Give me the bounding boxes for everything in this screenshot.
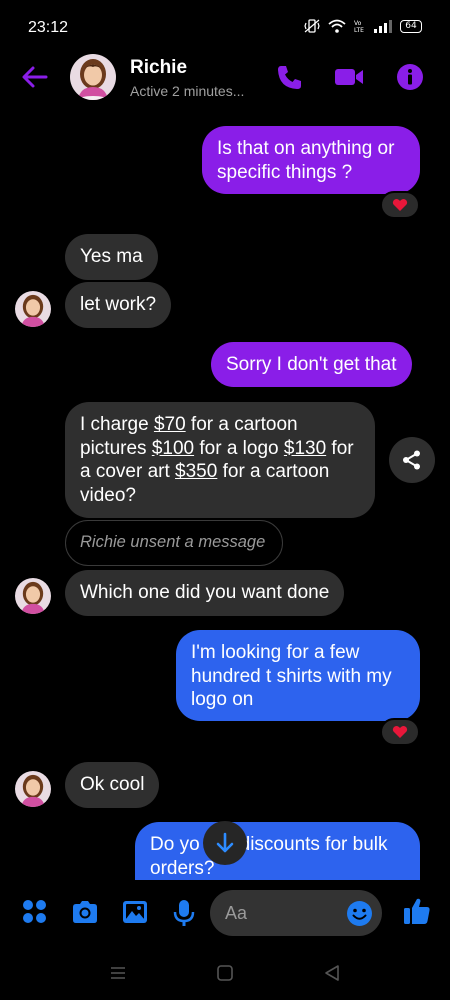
svg-text:LTE: LTE xyxy=(354,27,364,33)
heart-reaction[interactable] xyxy=(380,191,420,219)
sender-avatar[interactable] xyxy=(15,291,51,327)
phone-icon xyxy=(278,66,301,89)
like-button[interactable] xyxy=(402,896,430,924)
message-text: Which one did you want done xyxy=(80,582,330,603)
menu-lines-icon xyxy=(111,967,125,979)
contact-active-status: Active 2 minutes... xyxy=(130,83,245,99)
volte-icon: Vo LTE xyxy=(354,19,366,33)
message-text: let work? xyxy=(80,294,157,315)
svg-text:Vo: Vo xyxy=(354,20,362,27)
outgoing-message[interactable]: Is that on anything or specific things ? xyxy=(202,126,420,194)
camera-icon xyxy=(73,901,97,923)
scroll-to-bottom-button[interactable] xyxy=(203,821,247,865)
incoming-message[interactable]: I charge $70 for a cartoon pictures $100… xyxy=(65,402,375,518)
message-text: Do yo xyxy=(150,834,200,855)
four-dots-icon xyxy=(23,900,46,923)
voice-message-button[interactable] xyxy=(171,899,199,927)
message-text: Is that on anything or specific things ? xyxy=(217,138,395,183)
message-text: Sorry I don't get that xyxy=(226,354,397,375)
incoming-message[interactable]: let work? xyxy=(65,282,172,328)
thumbs-up-icon xyxy=(404,898,430,924)
vibrate-icon xyxy=(304,19,320,33)
triangle-back-icon xyxy=(325,965,339,981)
emoji-button[interactable] xyxy=(346,900,373,927)
arrow-down-icon xyxy=(216,832,234,853)
outgoing-message[interactable]: I'm looking for a few hundred t shirts w… xyxy=(176,630,420,721)
status-icons: Vo LTE 64 xyxy=(304,19,422,33)
unsent-message-notice: Richie unsent a message xyxy=(65,520,283,566)
battery-icon: 64 xyxy=(400,19,422,33)
incoming-message[interactable]: Yes ma xyxy=(65,234,158,280)
audio-call-button[interactable] xyxy=(275,62,305,92)
price-link[interactable]: $70 xyxy=(154,414,186,435)
system-back-button[interactable] xyxy=(322,964,342,982)
sender-avatar[interactable] xyxy=(15,771,51,807)
message-input-placeholder: Aa xyxy=(225,903,248,923)
message-text: Richie unsent a message xyxy=(80,533,266,551)
message-input[interactable]: Aa xyxy=(210,890,382,936)
message-text: Yes ma xyxy=(80,246,143,267)
price-link[interactable]: $350 xyxy=(175,461,217,482)
camera-button[interactable] xyxy=(71,899,99,927)
recents-button[interactable] xyxy=(108,964,128,982)
heart-icon xyxy=(392,725,408,738)
chat-header: Richie Active 2 minutes... xyxy=(0,52,450,108)
more-actions-button[interactable] xyxy=(22,899,50,927)
gallery-button[interactable] xyxy=(121,899,149,927)
outgoing-message[interactable]: Sorry I don't get that xyxy=(211,342,412,387)
image-icon xyxy=(123,901,147,923)
microphone-icon xyxy=(173,900,195,926)
price-link[interactable]: $130 xyxy=(284,438,326,459)
video-camera-icon xyxy=(335,69,363,85)
wifi-icon xyxy=(328,19,346,33)
incoming-message[interactable]: Ok cool xyxy=(65,762,160,808)
incoming-message[interactable]: Which one did you want done xyxy=(65,570,345,616)
signal-icon xyxy=(374,19,392,33)
message-text: Ok cool xyxy=(80,774,145,795)
message-composer: Aa xyxy=(0,880,450,946)
info-icon xyxy=(397,64,423,90)
share-message-button[interactable] xyxy=(389,437,435,483)
heart-reaction[interactable] xyxy=(380,718,420,746)
status-time: 23:12 xyxy=(28,19,69,36)
share-icon xyxy=(403,450,420,470)
square-icon xyxy=(217,965,233,981)
back-button[interactable] xyxy=(18,62,52,92)
heart-icon xyxy=(392,198,408,211)
sender-avatar[interactable] xyxy=(15,578,51,614)
status-bar: 23:12 Vo LTE 64 xyxy=(0,0,450,52)
contact-avatar[interactable] xyxy=(70,54,116,100)
message-text: I'm looking for a few hundred t shirts w… xyxy=(191,642,392,710)
message-text: I charge xyxy=(80,414,154,435)
video-call-button[interactable] xyxy=(334,62,364,92)
arrow-left-icon xyxy=(22,66,48,88)
conversation-info-button[interactable] xyxy=(395,62,425,92)
contact-name[interactable]: Richie xyxy=(130,57,187,79)
system-navigation-bar xyxy=(0,946,450,1000)
home-button[interactable] xyxy=(215,964,235,982)
smiley-icon xyxy=(347,901,372,926)
message-text: for a logo xyxy=(194,437,284,459)
price-link[interactable]: $100 xyxy=(152,438,194,459)
